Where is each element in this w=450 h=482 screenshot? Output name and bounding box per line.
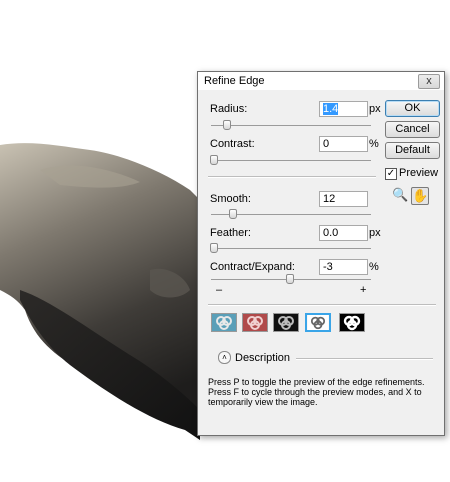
- radius-input[interactable]: 1.4: [319, 101, 368, 117]
- dialog-title: Refine Edge: [204, 75, 265, 87]
- divider: [208, 304, 436, 306]
- description-toggle-button[interactable]: ˄: [218, 351, 231, 364]
- document-canvas: Refine Edge x Radius: 1.4 px Contrast: 0…: [0, 0, 450, 482]
- contrast-slider-track[interactable]: [211, 160, 371, 161]
- chevron-up-icon: ˄: [222, 353, 227, 362]
- contract-expand-unit: %: [369, 261, 379, 273]
- feather-label: Feather:: [210, 227, 251, 239]
- radius-label: Radius:: [210, 103, 248, 115]
- ok-button[interactable]: OK: [385, 100, 440, 117]
- rings-icon: [307, 315, 329, 330]
- zoom-icon[interactable]: 🔍: [392, 187, 408, 203]
- preview-mode-mask[interactable]: [339, 313, 365, 332]
- contract-minus-label: –: [216, 284, 223, 296]
- rings-icon: [243, 314, 267, 331]
- contract-expand-label: Contract/Expand:: [210, 261, 295, 273]
- close-icon: x: [426, 75, 432, 87]
- radius-unit: px: [369, 103, 381, 115]
- smooth-label: Smooth:: [210, 193, 251, 205]
- divider: [296, 358, 433, 360]
- checkmark-icon: ✓: [386, 168, 396, 179]
- contrast-slider-thumb[interactable]: [210, 155, 218, 165]
- default-button[interactable]: Default: [385, 142, 440, 159]
- contract-expand-input[interactable]: -3: [319, 259, 368, 275]
- preview-mode-on-white[interactable]: [305, 313, 331, 332]
- preview-label: Preview: [399, 167, 439, 179]
- preview-mode-on-black[interactable]: [273, 313, 299, 332]
- smooth-input[interactable]: 12: [319, 191, 368, 207]
- contrast-unit: %: [369, 138, 379, 150]
- preview-mode-standard[interactable]: [211, 313, 237, 332]
- radius-slider-thumb[interactable]: [223, 120, 231, 130]
- radius-slider-track[interactable]: [211, 125, 371, 126]
- feather-input[interactable]: 0.0: [319, 225, 368, 241]
- preview-mode-quick-mask[interactable]: [242, 313, 268, 332]
- description-label: Description: [235, 352, 291, 364]
- contract-expand-slider-thumb[interactable]: [286, 274, 294, 284]
- rings-icon: [212, 314, 236, 331]
- dialog-titlebar[interactable]: Refine Edge x: [198, 72, 444, 90]
- description-text: Press P to toggle the preview of the edg…: [208, 377, 425, 407]
- cancel-button[interactable]: Cancel: [385, 121, 440, 138]
- contrast-input[interactable]: 0: [319, 136, 368, 152]
- refine-edge-dialog: Refine Edge x Radius: 1.4 px Contrast: 0…: [197, 71, 445, 436]
- smooth-slider-thumb[interactable]: [229, 209, 237, 219]
- feather-unit: px: [369, 227, 381, 239]
- divider: [208, 176, 376, 178]
- rings-icon: [274, 314, 298, 331]
- contract-plus-label: +: [360, 284, 367, 296]
- feather-slider-track[interactable]: [211, 248, 371, 249]
- contrast-label: Contrast:: [210, 138, 255, 150]
- preview-checkbox[interactable]: ✓: [385, 168, 397, 180]
- hand-icon[interactable]: ✋: [411, 187, 429, 205]
- feather-slider-thumb[interactable]: [210, 243, 218, 253]
- close-button[interactable]: x: [418, 74, 440, 89]
- rings-icon: [340, 314, 364, 331]
